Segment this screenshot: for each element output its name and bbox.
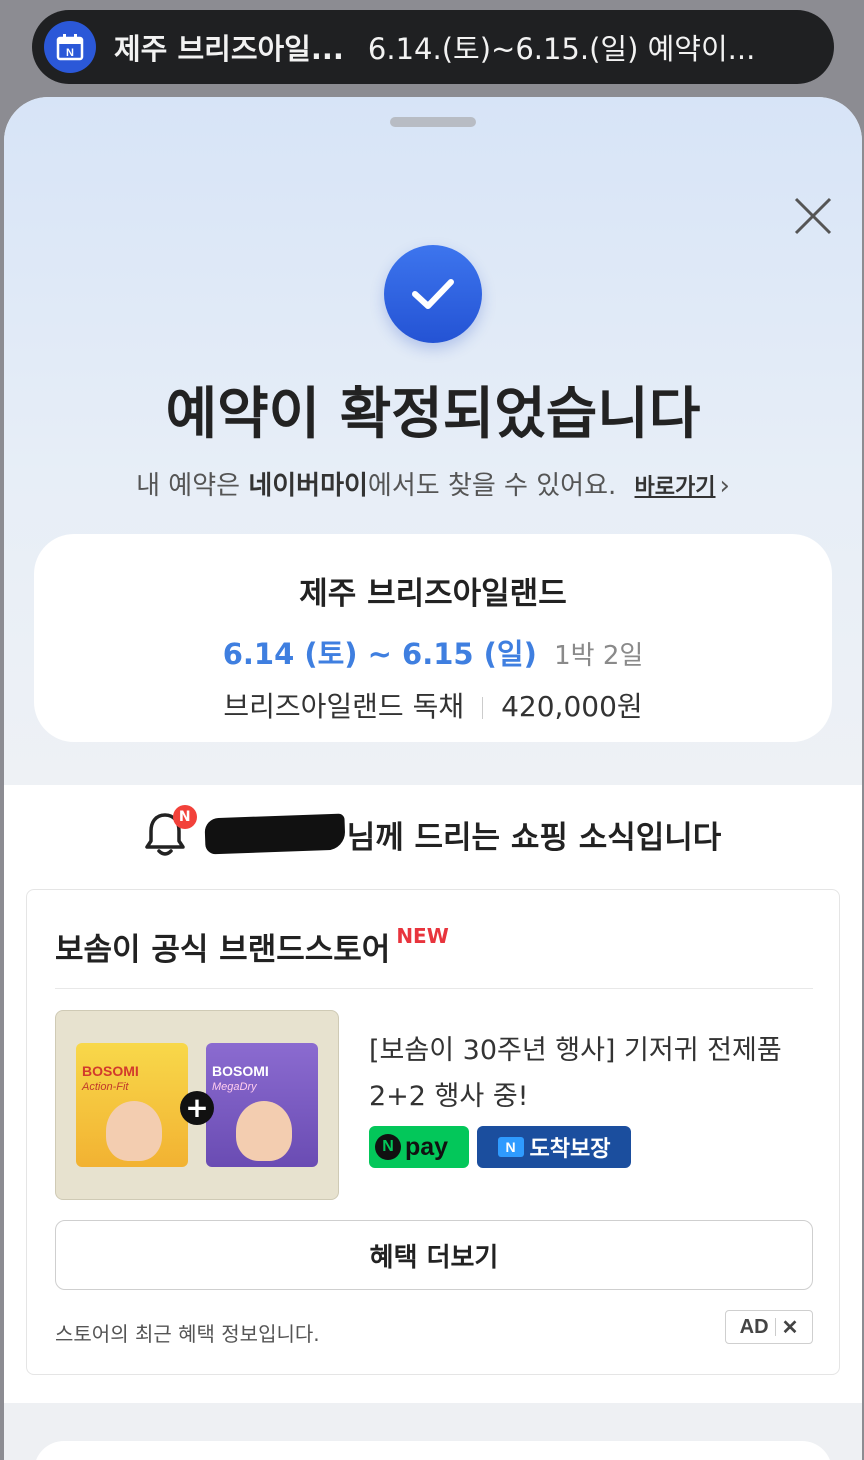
booking-card: 제주 브리즈아일랜드 6.14 (토) ~ 6.15 (일) 1박 2일 브리즈… [34, 534, 832, 742]
store-name-text: 보솜이 공식 브랜드스토어 [55, 932, 391, 968]
close-button[interactable] [790, 193, 836, 239]
npay-label: pay [405, 1132, 449, 1161]
redacted-username [204, 813, 346, 855]
badge-row: Npay N 도착보장 [369, 1126, 631, 1168]
pack-left-brand: BOSOMI [82, 1063, 139, 1079]
close-icon [794, 197, 832, 235]
shortcut-link[interactable]: 바로가기 [635, 475, 716, 500]
plus-icon: + [180, 1091, 214, 1125]
baby-image [236, 1101, 292, 1161]
delivery-guarantee-label: 도착보장 [529, 1137, 611, 1162]
pack-left-sub: Action-Fit [82, 1081, 129, 1093]
shopping-header: N 님께 드리는 쇼핑 소식입니다 [4, 805, 862, 857]
booking-info: 브리즈아일랜드 독채 420,000원 [34, 685, 832, 725]
truck-icon: N [497, 1137, 524, 1157]
svg-text:N: N [66, 47, 74, 59]
npay-badge: Npay [369, 1126, 469, 1168]
nights-count: 1박 2일 [554, 641, 644, 671]
bell-icon: N [144, 805, 197, 857]
bottom-sheet: 예약이 확정되었습니다 내 예약은 네이버마이에서도 찾을 수 있어요. 바로가… [4, 97, 862, 1460]
pack-right-brand: BOSOMI [212, 1063, 269, 1079]
check-icon [384, 245, 482, 343]
banner-title: 제주 브리즈아일... [114, 32, 344, 66]
new-tag: NEW [396, 924, 449, 948]
divider [774, 1318, 776, 1336]
more-benefits-button[interactable]: 혜택 더보기 [55, 1220, 813, 1290]
store-note: 스토어의 최근 혜택 정보입니다. [55, 1322, 320, 1346]
delivery-guarantee-badge: N 도착보장 [477, 1126, 631, 1168]
product-description[interactable]: [보솜이 30주년 행사] 기저귀 전제품 2+2 행사 중! [369, 1028, 819, 1120]
shopping-section: N 님께 드리는 쇼핑 소식입니다 보솜이 공식 브랜드스토어 NEW BOSOM… [4, 785, 862, 1403]
price: 420,000원 [501, 690, 643, 723]
calendar-icon: N [44, 21, 96, 73]
subtitle-brand: 네이버마이 [248, 471, 368, 501]
chevron-right-icon: › [719, 471, 730, 501]
ad-badge[interactable]: AD ✕ [725, 1310, 813, 1344]
subtitle-prefix: 내 예약은 [136, 471, 249, 501]
banner-text: 6.14.(토)~6.15.(일) 예약이... [367, 32, 756, 66]
date-range: 6.14 (토) ~ 6.15 (일) [222, 637, 537, 671]
npay-n-icon: N [375, 1134, 401, 1160]
divider [55, 988, 813, 989]
pack-right-sub: MegaDry [212, 1081, 257, 1093]
next-card [34, 1441, 832, 1460]
notification-banner[interactable]: N 제주 브리즈아일... 6.14.(토)~6.15.(일) 예약이... [32, 10, 834, 84]
subtitle-suffix: 에서도 찾을 수 있어요. [367, 471, 617, 501]
store-card: 보솜이 공식 브랜드스토어 NEW BOSOMI Action-Fit BOSOM… [26, 889, 840, 1375]
place-name: 제주 브리즈아일랜드 [299, 576, 567, 612]
confirmation-subtitle: 내 예약은 네이버마이에서도 찾을 수 있어요. 바로가기 › [4, 465, 862, 502]
confirmation-title: 예약이 확정되었습니다 [165, 382, 701, 447]
booking-dates: 6.14 (토) ~ 6.15 (일) 1박 2일 [34, 631, 832, 673]
product-image[interactable]: BOSOMI Action-Fit BOSOMI MegaDry + [55, 1010, 339, 1200]
ad-label: AD [739, 1315, 769, 1338]
diaper-pack-right: BOSOMI MegaDry [206, 1043, 318, 1167]
store-name[interactable]: 보솜이 공식 브랜드스토어 NEW [55, 924, 449, 969]
ad-close-icon[interactable]: ✕ [782, 1315, 799, 1340]
sheet-grabber[interactable] [390, 117, 476, 127]
notification-badge: N [172, 805, 197, 829]
room-name: 브리즈아일랜드 독채 [223, 690, 465, 723]
confirmation-area: 예약이 확정되었습니다 내 예약은 네이버마이에서도 찾을 수 있어요. 바로가… [4, 97, 862, 785]
shopping-header-text: 님께 드리는 쇼핑 소식입니다 [346, 819, 722, 856]
diaper-pack-left: BOSOMI Action-Fit [76, 1043, 188, 1167]
divider [482, 697, 484, 719]
baby-image [106, 1101, 162, 1161]
